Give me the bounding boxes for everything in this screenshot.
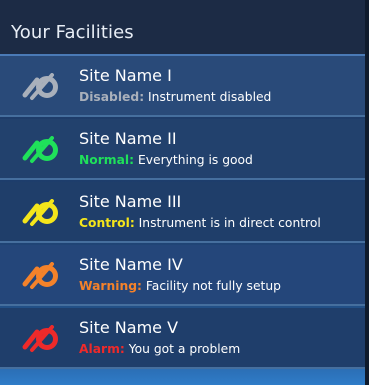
status-description: You got a problem xyxy=(124,342,241,356)
facility-row-site-4[interactable]: Site Name IV Warning: Facility not fully… xyxy=(0,245,369,306)
status-keyword: Warning: xyxy=(79,279,142,293)
window-edge xyxy=(365,0,369,385)
normal-status-icon xyxy=(22,136,58,163)
status-description: Everything is good xyxy=(134,153,253,167)
facilities-panel: Your Facilities Site Name I Disabled: In… xyxy=(0,0,369,385)
status-description: Facility not fully setup xyxy=(141,279,281,293)
status-keyword: Control: xyxy=(79,216,135,230)
facility-row-site-1[interactable]: Site Name I Disabled: Instrument disable… xyxy=(0,56,369,117)
facility-name: Site Name IV xyxy=(79,255,183,274)
panel-title: Your Facilities xyxy=(11,22,134,43)
facility-name: Site Name I xyxy=(79,66,172,85)
facility-row-site-3[interactable]: Site Name III Control: Instrument is in … xyxy=(0,182,369,243)
facility-status: Normal: Everything is good xyxy=(79,153,253,167)
facility-status: Disabled: Instrument disabled xyxy=(79,90,271,104)
facility-status: Control: Instrument is in direct control xyxy=(79,216,321,230)
facility-name: Site Name V xyxy=(79,318,179,337)
facility-name: Site Name III xyxy=(79,192,182,211)
status-keyword: Alarm: xyxy=(79,342,125,356)
facility-status: Warning: Facility not fully setup xyxy=(79,279,281,293)
warning-status-icon xyxy=(22,262,58,289)
control-status-icon xyxy=(22,199,58,226)
facility-status: Alarm: You got a problem xyxy=(79,342,240,356)
facility-name: Site Name II xyxy=(79,129,177,148)
status-description: Instrument disabled xyxy=(144,90,272,104)
disabled-status-icon xyxy=(22,73,58,100)
status-keyword: Disabled: xyxy=(79,90,145,104)
facility-row-site-5[interactable]: Site Name V Alarm: You got a problem xyxy=(0,308,369,369)
facility-row-site-2[interactable]: Site Name II Normal: Everything is good xyxy=(0,119,369,180)
panel-header: Your Facilities xyxy=(0,0,369,56)
alarm-status-icon xyxy=(22,325,58,352)
status-description: Instrument is in direct control xyxy=(134,216,321,230)
status-keyword: Normal: xyxy=(79,153,135,167)
